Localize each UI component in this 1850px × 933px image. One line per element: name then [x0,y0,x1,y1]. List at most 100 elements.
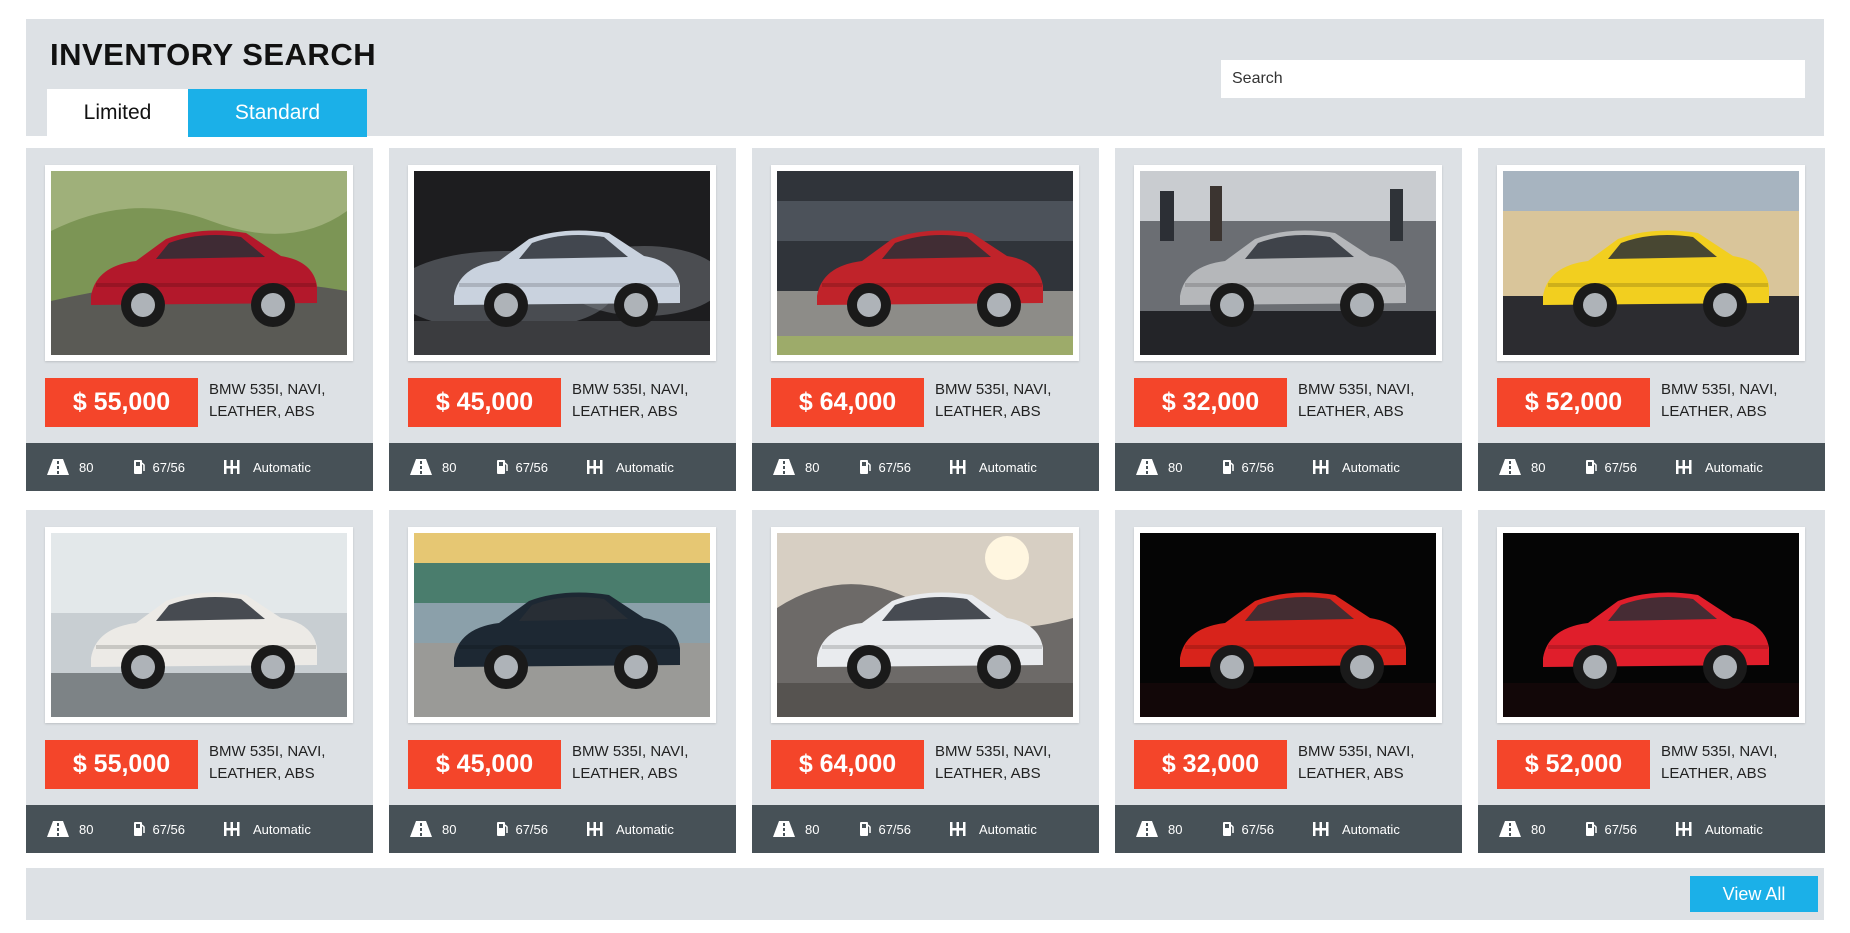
spec-transmission-value: Automatic [616,459,674,475]
car-description: BMW 535I, NAVI, LEATHER, ABS [572,743,689,782]
car-card[interactable]: $ 32,000 BMW 535I, NAVI, LEATHER, ABS 80… [1115,148,1462,491]
specs-bar: 80 67/56 Automatic [1478,443,1825,491]
spec-fuel: 67/56 [133,459,185,475]
spec-mileage-value: 80 [442,459,457,475]
tab-bar: Limited Standard [47,89,367,137]
spec-transmission-value: Automatic [979,459,1037,475]
spec-fuel-value: 67/56 [152,459,186,475]
header-panel: INVENTORY SEARCH Limited Standard [26,19,1824,137]
road-icon [410,459,432,475]
spec-fuel-value: 67/56 [1241,459,1275,475]
fuel-icon [1222,821,1235,837]
car-photo[interactable] [1503,171,1799,355]
spec-transmission-value: Automatic [1705,821,1763,837]
spec-transmission: Automatic [223,822,311,837]
car-photo[interactable] [414,171,710,355]
car-description: BMW 535I, NAVI, LEATHER, ABS [935,743,1052,782]
spec-mileage: 80 [1136,459,1182,475]
specs-bar: 80 67/56 Automatic [752,805,1099,853]
road-icon [1499,821,1521,837]
spec-fuel-value: 67/56 [1241,821,1275,837]
car-photo[interactable] [51,171,347,355]
spec-mileage-value: 80 [79,821,94,837]
tab-standard[interactable]: Standard [188,89,367,137]
car-photo[interactable] [1140,533,1436,717]
car-card[interactable]: $ 52,000 BMW 535I, NAVI, LEATHER, ABS 80… [1478,148,1825,491]
fuel-icon [133,459,146,475]
car-photo-frame [1134,527,1442,723]
spec-fuel-value: 67/56 [152,821,186,837]
spec-mileage-value: 80 [805,821,820,837]
gearbox-icon [586,822,604,836]
gearbox-icon [949,822,967,836]
spec-fuel-value: 67/56 [1604,821,1638,837]
price-badge: $ 32,000 [1134,740,1287,789]
gearbox-icon [1312,822,1330,836]
spec-mileage: 80 [1136,821,1182,837]
road-icon [1136,821,1158,837]
car-photo-frame [45,527,353,723]
view-all-button[interactable]: View All [1690,876,1818,912]
spec-transmission: Automatic [223,460,311,475]
price-badge: $ 55,000 [45,740,198,789]
spec-transmission: Automatic [586,460,674,475]
car-photo-frame [408,165,716,361]
car-card[interactable]: $ 55,000 BMW 535I, NAVI, LEATHER, ABS 80… [26,148,373,491]
spec-fuel: 67/56 [1585,821,1637,837]
car-photo[interactable] [414,533,710,717]
spec-transmission-value: Automatic [1342,821,1400,837]
specs-bar: 80 67/56 Automatic [26,443,373,491]
fuel-icon [859,821,872,837]
car-card[interactable]: $ 45,000 BMW 535I, NAVI, LEATHER, ABS 80… [389,148,736,491]
car-card[interactable]: $ 52,000 BMW 535I, NAVI, LEATHER, ABS 80… [1478,510,1825,853]
fuel-icon [496,459,509,475]
car-photo[interactable] [1503,533,1799,717]
car-card[interactable]: $ 64,000 BMW 535I, NAVI, LEATHER, ABS 80… [752,510,1099,853]
spec-fuel: 67/56 [496,821,548,837]
car-photo[interactable] [777,171,1073,355]
specs-bar: 80 67/56 Automatic [1115,443,1462,491]
spec-mileage-value: 80 [442,821,457,837]
spec-mileage-value: 80 [1168,459,1183,475]
gearbox-icon [1312,460,1330,474]
spec-transmission: Automatic [949,460,1037,475]
inventory-grid: $ 55,000 BMW 535I, NAVI, LEATHER, ABS 80… [26,148,1825,853]
spec-fuel: 67/56 [496,459,548,475]
spec-mileage: 80 [410,459,456,475]
gearbox-icon [586,460,604,474]
fuel-icon [133,821,146,837]
car-photo[interactable] [777,533,1073,717]
spec-mileage-value: 80 [1531,459,1546,475]
spec-fuel: 67/56 [1222,821,1274,837]
car-photo-frame [1497,527,1805,723]
car-card[interactable]: $ 45,000 BMW 535I, NAVI, LEATHER, ABS 80… [389,510,736,853]
spec-transmission: Automatic [1675,822,1763,837]
gearbox-icon [223,460,241,474]
spec-mileage: 80 [773,459,819,475]
spec-transmission: Automatic [949,822,1037,837]
car-description: BMW 535I, NAVI, LEATHER, ABS [1298,743,1415,782]
search-input[interactable] [1221,60,1805,98]
spec-mileage: 80 [773,821,819,837]
spec-transmission: Automatic [1312,822,1400,837]
price-badge: $ 45,000 [408,378,561,427]
spec-fuel: 67/56 [859,459,911,475]
car-description: BMW 535I, NAVI, LEATHER, ABS [1661,743,1778,782]
price-badge: $ 52,000 [1497,740,1650,789]
car-photo-frame [1497,165,1805,361]
gearbox-icon [1675,822,1693,836]
spec-mileage: 80 [47,821,93,837]
spec-mileage: 80 [410,821,456,837]
spec-mileage: 80 [47,459,93,475]
car-card[interactable]: $ 64,000 BMW 535I, NAVI, LEATHER, ABS 80… [752,148,1099,491]
spec-fuel-value: 67/56 [1604,459,1638,475]
car-photo[interactable] [51,533,347,717]
car-card[interactable]: $ 32,000 BMW 535I, NAVI, LEATHER, ABS 80… [1115,510,1462,853]
car-photo[interactable] [1140,171,1436,355]
fuel-icon [1585,821,1598,837]
car-card[interactable]: $ 55,000 BMW 535I, NAVI, LEATHER, ABS 80… [26,510,373,853]
spec-transmission: Automatic [586,822,674,837]
tab-limited[interactable]: Limited [47,89,188,137]
spec-fuel: 67/56 [1222,459,1274,475]
price-badge: $ 64,000 [771,740,924,789]
